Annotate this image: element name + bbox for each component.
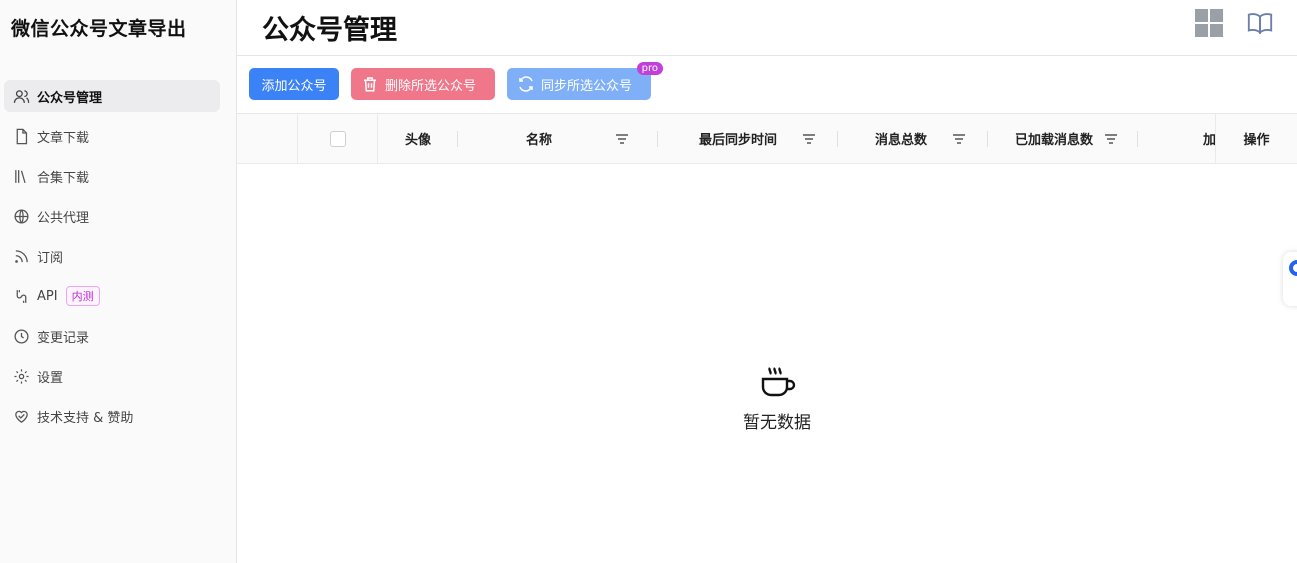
column-header-name[interactable]: 名称 xyxy=(458,114,658,163)
column-label: 消息总数 xyxy=(874,133,927,148)
app-root: 微信公众号文章导出 公众号管理 文章下载 合集下载 公共代理 订阅 API 内测… xyxy=(0,0,1297,563)
sidebar-item-collection-download[interactable]: 合集下载 xyxy=(4,160,220,192)
sidebar-item-label: 公众号管理 xyxy=(37,90,103,106)
sidebar-item-label: 订阅 xyxy=(37,250,64,266)
assistant-icon xyxy=(1289,260,1297,276)
sidebar-item-support[interactable]: 技术支持 & 赞助 xyxy=(4,400,220,432)
pro-badge: pro xyxy=(636,62,663,75)
column-header-truncated: 加 xyxy=(1138,114,1216,163)
gear-icon xyxy=(12,367,30,385)
sidebar-item-label: 设置 xyxy=(37,370,64,386)
sync-selected-label: 同步所选公众号 xyxy=(541,78,633,94)
sidebar-item-subscribe[interactable]: 订阅 xyxy=(4,240,220,272)
column-header-message-total[interactable]: 消息总数 xyxy=(838,114,988,163)
file-icon xyxy=(12,127,30,145)
trash-icon xyxy=(361,75,379,93)
filter-icon[interactable] xyxy=(614,131,630,147)
coffee-cup-icon xyxy=(757,364,797,404)
action-toolbar: 添加公众号 删除所选公众号 同步所选公众号 pro xyxy=(249,62,663,100)
column-header-actions: 操作 xyxy=(1216,114,1297,163)
user-icon xyxy=(12,87,30,105)
select-all-checkbox[interactable] xyxy=(330,130,346,147)
book-icon[interactable] xyxy=(1245,8,1275,38)
sidebar: 微信公众号文章导出 公众号管理 文章下载 合集下载 公共代理 订阅 API 内测… xyxy=(0,0,237,563)
beta-badge: 内测 xyxy=(65,286,100,306)
sidebar-item-label: 技术支持 & 赞助 xyxy=(37,410,134,426)
library-icon xyxy=(12,167,30,185)
sync-selected-button[interactable]: 同步所选公众号 pro xyxy=(507,62,663,100)
sidebar-item-public-proxy[interactable]: 公共代理 xyxy=(4,200,220,232)
filter-icon[interactable] xyxy=(801,131,817,147)
sidebar-item-account-management[interactable]: 公众号管理 xyxy=(4,80,220,112)
delete-selected-label: 删除所选公众号 xyxy=(385,78,477,94)
column-header-loaded-messages[interactable]: 已加载消息数 xyxy=(988,114,1138,163)
delete-selected-button[interactable]: 删除所选公众号 xyxy=(351,68,495,100)
sidebar-nav: 公众号管理 文章下载 合集下载 公共代理 订阅 API 内测 变更记录 设置 技… xyxy=(4,80,220,440)
column-label: 已加载消息数 xyxy=(1014,133,1093,148)
sidebar-item-label: 变更记录 xyxy=(37,330,90,346)
column-label: 最后同步时间 xyxy=(698,133,777,148)
sidebar-item-label: 公共代理 xyxy=(37,210,90,226)
page-header: 公众号管理 xyxy=(237,0,1297,56)
refresh-icon xyxy=(517,75,535,93)
grid-view-icon[interactable] xyxy=(1194,8,1224,38)
page-title: 公众号管理 xyxy=(262,15,397,46)
sidebar-item-article-download[interactable]: 文章下载 xyxy=(4,120,220,152)
column-label: 操作 xyxy=(1243,133,1270,148)
table-header: 头像 名称 最后同步时间 消息总数 已加载消息数 加 操作 xyxy=(237,114,1297,164)
app-title: 微信公众号文章导出 xyxy=(11,18,187,40)
heart-handshake-icon xyxy=(12,407,30,425)
empty-state: 暂无数据 xyxy=(717,364,837,433)
filter-icon[interactable] xyxy=(951,131,967,147)
select-all-cell xyxy=(298,114,378,163)
accounts-table: 头像 名称 最后同步时间 消息总数 已加载消息数 加 操作 暂无数据 xyxy=(237,113,1297,563)
sidebar-item-changelog[interactable]: 变更记录 xyxy=(4,320,220,352)
column-label: 名称 xyxy=(525,133,552,148)
floating-assistant-widget[interactable] xyxy=(1283,252,1297,306)
sidebar-item-api[interactable]: API 内测 xyxy=(4,280,220,312)
column-header-last-sync[interactable]: 最后同步时间 xyxy=(658,114,838,163)
sidebar-item-settings[interactable]: 设置 xyxy=(4,360,220,392)
empty-state-text: 暂无数据 xyxy=(743,413,811,433)
sidebar-item-label: API xyxy=(37,288,58,304)
sidebar-item-label: 合集下载 xyxy=(37,170,90,186)
add-account-label: 添加公众号 xyxy=(261,78,327,94)
add-account-button[interactable]: 添加公众号 xyxy=(249,68,339,100)
column-header-avatar: 头像 xyxy=(378,114,458,163)
filter-icon[interactable] xyxy=(1103,131,1119,147)
clock-icon xyxy=(12,327,30,345)
rss-icon xyxy=(12,247,30,265)
sidebar-item-label: 文章下载 xyxy=(37,130,90,146)
globe-icon xyxy=(12,207,30,225)
column-label: 头像 xyxy=(404,133,431,148)
api-icon xyxy=(12,287,30,305)
